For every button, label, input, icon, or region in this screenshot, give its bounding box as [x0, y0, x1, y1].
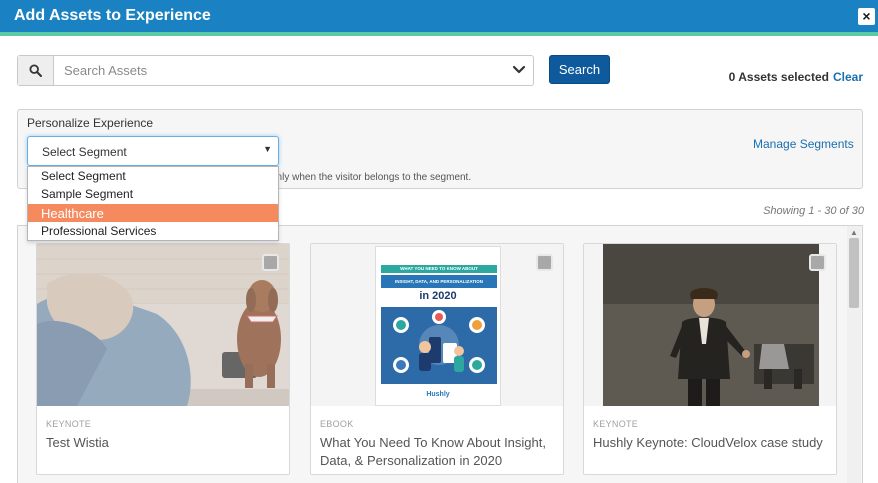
header-accent-bar	[0, 32, 878, 36]
search-icon	[29, 64, 42, 77]
clear-link[interactable]: Clear	[833, 70, 863, 84]
search-box	[17, 55, 534, 86]
asset-thumbnail	[584, 244, 836, 406]
modal-header: Add Assets to Experience ×	[0, 0, 878, 32]
keynote-video-thumbnail	[603, 244, 819, 406]
ebook-cover-year: in 2020	[419, 290, 457, 302]
scrollbar-thumb[interactable]	[849, 238, 859, 308]
ebook-cover-band: WHAT YOU NEED TO KNOW ABOUT	[381, 265, 497, 273]
asset-type: EBOOK	[320, 419, 354, 429]
assets-selected-count: 0 Assets selected	[728, 70, 829, 84]
asset-select-checkbox[interactable]	[262, 254, 279, 271]
asset-type: KEYNOTE	[593, 419, 639, 429]
dog-photo-thumbnail	[37, 244, 289, 406]
search-icon-addon	[18, 56, 54, 85]
ebook-cover-band: INSIGHT, DATA, AND PERSONALIZATION	[381, 275, 497, 288]
manage-segments-link[interactable]: Manage Segments	[753, 137, 854, 151]
modal-title: Add Assets to Experience	[14, 7, 211, 24]
asset-card[interactable]: KEYNOTE Hushly Keynote: CloudVelox case …	[583, 243, 837, 475]
segment-dropdown-list: Select Segment Sample Segment Healthcare…	[27, 166, 279, 241]
asset-select-checkbox[interactable]	[809, 254, 826, 271]
ebook-cover: WHAT YOU NEED TO KNOW ABOUT INSIGHT, DAT…	[375, 246, 501, 406]
asset-select-checkbox[interactable]	[536, 254, 553, 271]
results-count: Showing 1 - 30 of 30	[763, 205, 864, 217]
segment-option[interactable]: Sample Segment	[28, 186, 278, 203]
asset-title[interactable]: What You Need To Know About Insight, Dat…	[320, 434, 556, 470]
asset-card[interactable]: WHAT YOU NEED TO KNOW ABOUT INSIGHT, DAT…	[310, 243, 564, 475]
grid-scrollbar[interactable]: ▲	[847, 226, 861, 483]
search-button[interactable]: Search	[549, 55, 610, 84]
asset-title[interactable]: Test Wistia	[46, 434, 282, 452]
asset-title[interactable]: Hushly Keynote: CloudVelox case study	[593, 434, 829, 452]
segment-select-value: Select Segment	[42, 145, 127, 159]
asset-type: KEYNOTE	[46, 419, 92, 429]
ebook-cover-logo: Hushly	[426, 391, 450, 398]
assets-selected-status: 0 Assets selected Clear	[729, 70, 863, 84]
segment-option[interactable]: Select Segment	[28, 168, 278, 185]
search-input[interactable]	[55, 56, 505, 85]
close-button[interactable]: ×	[858, 8, 875, 25]
asset-thumbnail: WHAT YOU NEED TO KNOW ABOUT INSIGHT, DAT…	[311, 244, 563, 406]
scroll-up-icon[interactable]: ▲	[850, 228, 858, 237]
dropdown-arrow-icon: ▼	[263, 144, 272, 154]
segment-option-highlighted[interactable]: Healthcare	[28, 204, 278, 222]
segment-select[interactable]: Select Segment ▼	[27, 136, 279, 166]
personalize-label: Personalize Experience	[27, 116, 154, 130]
asset-card[interactable]: KEYNOTE Test Wistia	[36, 243, 290, 475]
add-assets-modal: Add Assets to Experience × Search 0 Asse…	[0, 0, 878, 483]
personalize-help-text: only when the visitor belongs to the seg…	[271, 172, 472, 183]
chevron-down-icon[interactable]	[512, 64, 526, 76]
segment-option[interactable]: Professional Services	[28, 223, 278, 240]
ebook-cover-illustration	[381, 307, 497, 384]
asset-thumbnail	[37, 244, 289, 406]
